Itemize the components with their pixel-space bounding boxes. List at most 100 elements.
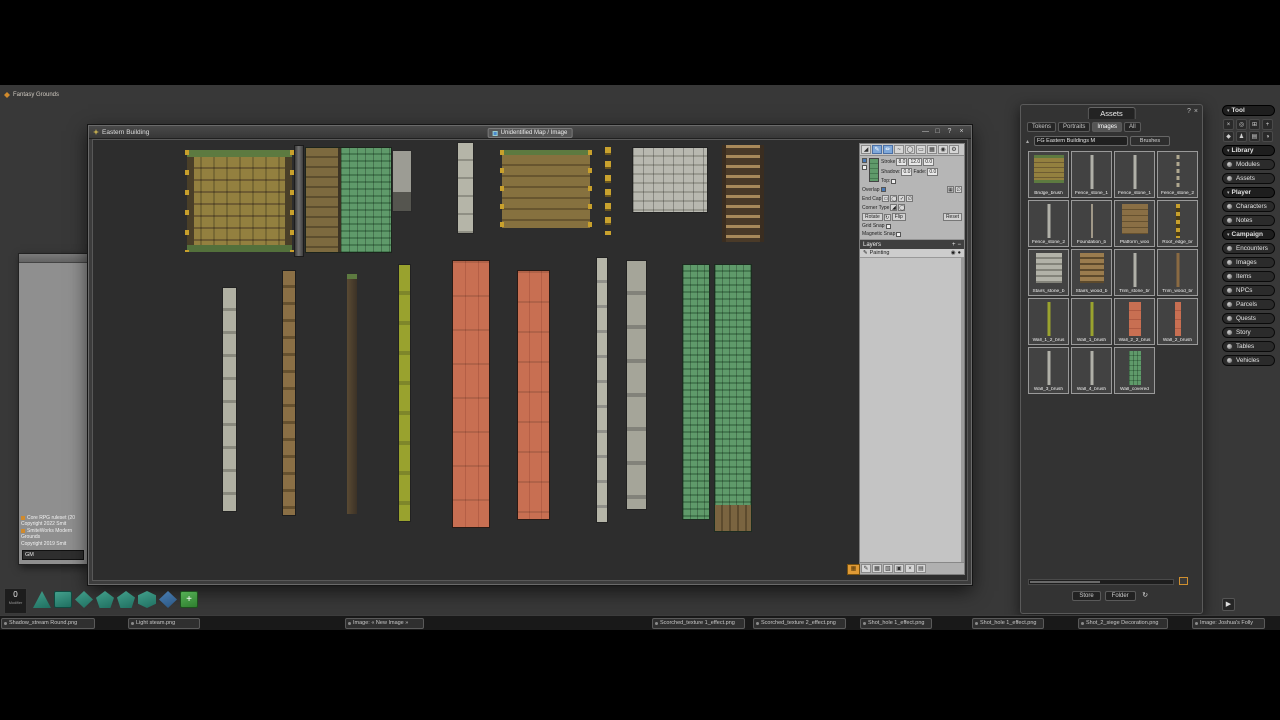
eye-tool-icon[interactable]: ◉ <box>938 145 948 154</box>
assets-panel-title[interactable]: Assets <box>1087 107 1136 119</box>
end-cap-flat-icon[interactable]: ▭ <box>882 195 889 202</box>
asset-item[interactable]: Wall_2_brush <box>1157 298 1198 345</box>
map-canvas[interactable]: ◢ ✎ ✏ ~ ◯ ▭ ▦ ◉ ⚙ <box>92 139 968 581</box>
close-button[interactable]: × <box>956 127 967 137</box>
taskbar-item[interactable]: Image: Joshua's Folly <box>1192 618 1265 629</box>
tool-window-icon[interactable]: ⊞ <box>1249 119 1260 130</box>
maximize-button[interactable]: □ <box>932 127 943 137</box>
sidebar-item-tables[interactable]: Tables <box>1222 341 1275 352</box>
tab-portraits[interactable]: Portraits <box>1058 122 1090 132</box>
sidebar-header-campaign[interactable]: ▾ Campaign <box>1222 229 1275 240</box>
rotate-icon[interactable]: ↻ <box>884 214 891 221</box>
asset-item[interactable]: Trim_stone_br <box>1114 249 1155 296</box>
asset-item[interactable]: Bridge_brush <box>1028 151 1069 198</box>
overlap-mode-icon[interactable]: ▦ <box>947 186 954 193</box>
sidebar-item-images[interactable]: Images <box>1222 257 1275 268</box>
texture-strip-ladder[interactable] <box>722 145 764 242</box>
grid-action-icon[interactable]: ▦ <box>872 564 882 573</box>
chat-speaker-field[interactable]: GM <box>22 550 84 560</box>
sidebar-item-quests[interactable]: Quests <box>1222 313 1275 324</box>
tool-close-icon[interactable]: × <box>1223 119 1234 130</box>
end-cap-round-icon[interactable]: ◯ <box>890 195 897 202</box>
refresh-icon[interactable]: ↻ <box>1140 591 1151 601</box>
texture-strip-stone-post[interactable] <box>294 145 304 257</box>
sidebar-item-parcels[interactable]: Parcels <box>1222 299 1275 310</box>
texture-strip-dark-wood[interactable] <box>347 274 357 514</box>
asset-item[interactable]: Wall_2_2_brus <box>1114 298 1155 345</box>
curve-tool-icon[interactable]: ~ <box>894 145 904 154</box>
overlap-off-icon[interactable]: ∅ <box>955 186 962 193</box>
taskbar-item[interactable]: Shot_hole 1_effect.png <box>860 618 932 629</box>
taskbar-item[interactable]: Shadow_stream Round.png <box>1 618 95 629</box>
sidebar-item-story[interactable]: Story <box>1222 327 1275 338</box>
tool-contrast-icon[interactable]: ◑ <box>1262 131 1273 142</box>
texture-strip-green-wall-1[interactable] <box>682 264 710 520</box>
layer-row[interactable]: ✎ Painting ◉ ● <box>860 249 964 258</box>
texture-strip-gray-shingles[interactable] <box>632 147 708 213</box>
asset-item[interactable]: Wall_1_2_brus <box>1028 298 1069 345</box>
texture-strip-red-wall[interactable] <box>517 270 550 520</box>
layers-list[interactable] <box>860 258 964 562</box>
texture-strip-stone-column[interactable] <box>457 142 474 234</box>
add-layer-icon[interactable]: + <box>952 242 956 248</box>
assets-resize-handle[interactable] <box>1179 577 1188 585</box>
chat-window-header[interactable] <box>19 254 87 263</box>
texture-strip-stone-trim-2[interactable] <box>596 257 608 523</box>
die-d20-button[interactable] <box>138 591 156 608</box>
texture-strip-wood-trim[interactable] <box>282 270 296 516</box>
shadow-field[interactable]: 0.0 <box>901 168 912 176</box>
taskbar-item[interactable]: Shot_hole 1_effect.png <box>972 618 1044 629</box>
stroke-size-field[interactable]: 8.0 <box>896 158 907 166</box>
taskbar-item[interactable]: Shot_2_siege Decoration.png <box>1078 618 1168 629</box>
settings-tool-icon[interactable]: ⚙ <box>949 145 959 154</box>
rotate-button[interactable]: Rotate <box>862 213 883 221</box>
taskbar-item[interactable]: Image: « New Image » <box>345 618 424 629</box>
taskbar-item[interactable]: Light steam.png <box>128 618 200 629</box>
layer-visibility-icon[interactable]: ◉ <box>951 250 956 256</box>
sidebar-item-modules[interactable]: Modules <box>1222 159 1275 170</box>
sidebar-header-library[interactable]: ▾ Library <box>1222 145 1275 156</box>
assets-scrollbar-thumb[interactable] <box>1030 581 1100 583</box>
overlap-checkbox[interactable] <box>881 187 886 192</box>
texture-strip-green-roof-wood[interactable] <box>305 147 392 253</box>
texture-strip-stone-trim-3[interactable] <box>626 260 647 510</box>
flip-button[interactable]: Flip <box>892 213 906 221</box>
die-d4-button[interactable] <box>33 591 51 608</box>
asset-item[interactable]: Foundation_b <box>1071 200 1112 247</box>
map-window-titlebar[interactable]: Eastern Building Unidentified Map / Imag… <box>89 126 971 139</box>
tool-list-icon[interactable]: ▤ <box>1249 131 1260 142</box>
assets-help-button[interactable]: ? <box>1187 108 1191 115</box>
sidebar-item-characters[interactable]: Characters <box>1222 201 1275 212</box>
end-cap-none-icon[interactable]: ∅ <box>906 195 913 202</box>
assets-close-button[interactable]: × <box>1194 108 1198 115</box>
asset-item[interactable]: Wall_covered <box>1114 347 1155 394</box>
tool-add-icon[interactable]: + <box>1262 119 1273 130</box>
tab-tokens[interactable]: Tokens <box>1027 122 1056 132</box>
texture-strip-wood-planks[interactable] <box>502 150 590 228</box>
rect-tool-icon[interactable]: ▭ <box>916 145 926 154</box>
modifier-box[interactable]: 0 Modifier <box>4 588 27 614</box>
draw-action-icon[interactable]: ✎ <box>861 564 871 573</box>
texture-strip-platform[interactable] <box>392 150 412 212</box>
die-d8-button[interactable] <box>75 591 93 608</box>
reset-button[interactable]: Reset <box>943 213 962 221</box>
asset-item[interactable]: Fence_stone_1 <box>1114 151 1155 198</box>
chat-log[interactable]: Core RPG ruleset (20 Copyright 2022 Smit… <box>21 515 85 548</box>
end-cap-check-icon[interactable]: ✓ <box>898 195 905 202</box>
tool-dice-icon[interactable]: ◆ <box>1223 131 1234 142</box>
minimize-button[interactable]: — <box>920 127 931 137</box>
select-tool-icon[interactable]: ◢ <box>861 145 871 154</box>
texture-strip-bridge[interactable] <box>187 150 292 252</box>
asset-item[interactable]: Stairs_wood_b <box>1071 249 1112 296</box>
texture-strip-green-wall-2[interactable] <box>714 264 752 532</box>
fill-checkbox[interactable] <box>862 165 867 170</box>
sidebar-item-assets[interactable]: Assets <box>1222 173 1275 184</box>
sidebar-item-vehicles[interactable]: Vehicles <box>1222 355 1275 366</box>
active-brush-preview[interactable] <box>869 158 879 182</box>
tool-pawn-icon[interactable]: ♟ <box>1236 131 1247 142</box>
top-checkbox[interactable] <box>891 179 896 184</box>
sidebar-item-notes[interactable]: Notes <box>1222 215 1275 226</box>
select-action-icon[interactable]: ▣ <box>894 564 904 573</box>
brushes-button[interactable]: Brushes <box>1130 136 1170 146</box>
stroke-checkbox[interactable] <box>862 158 867 163</box>
